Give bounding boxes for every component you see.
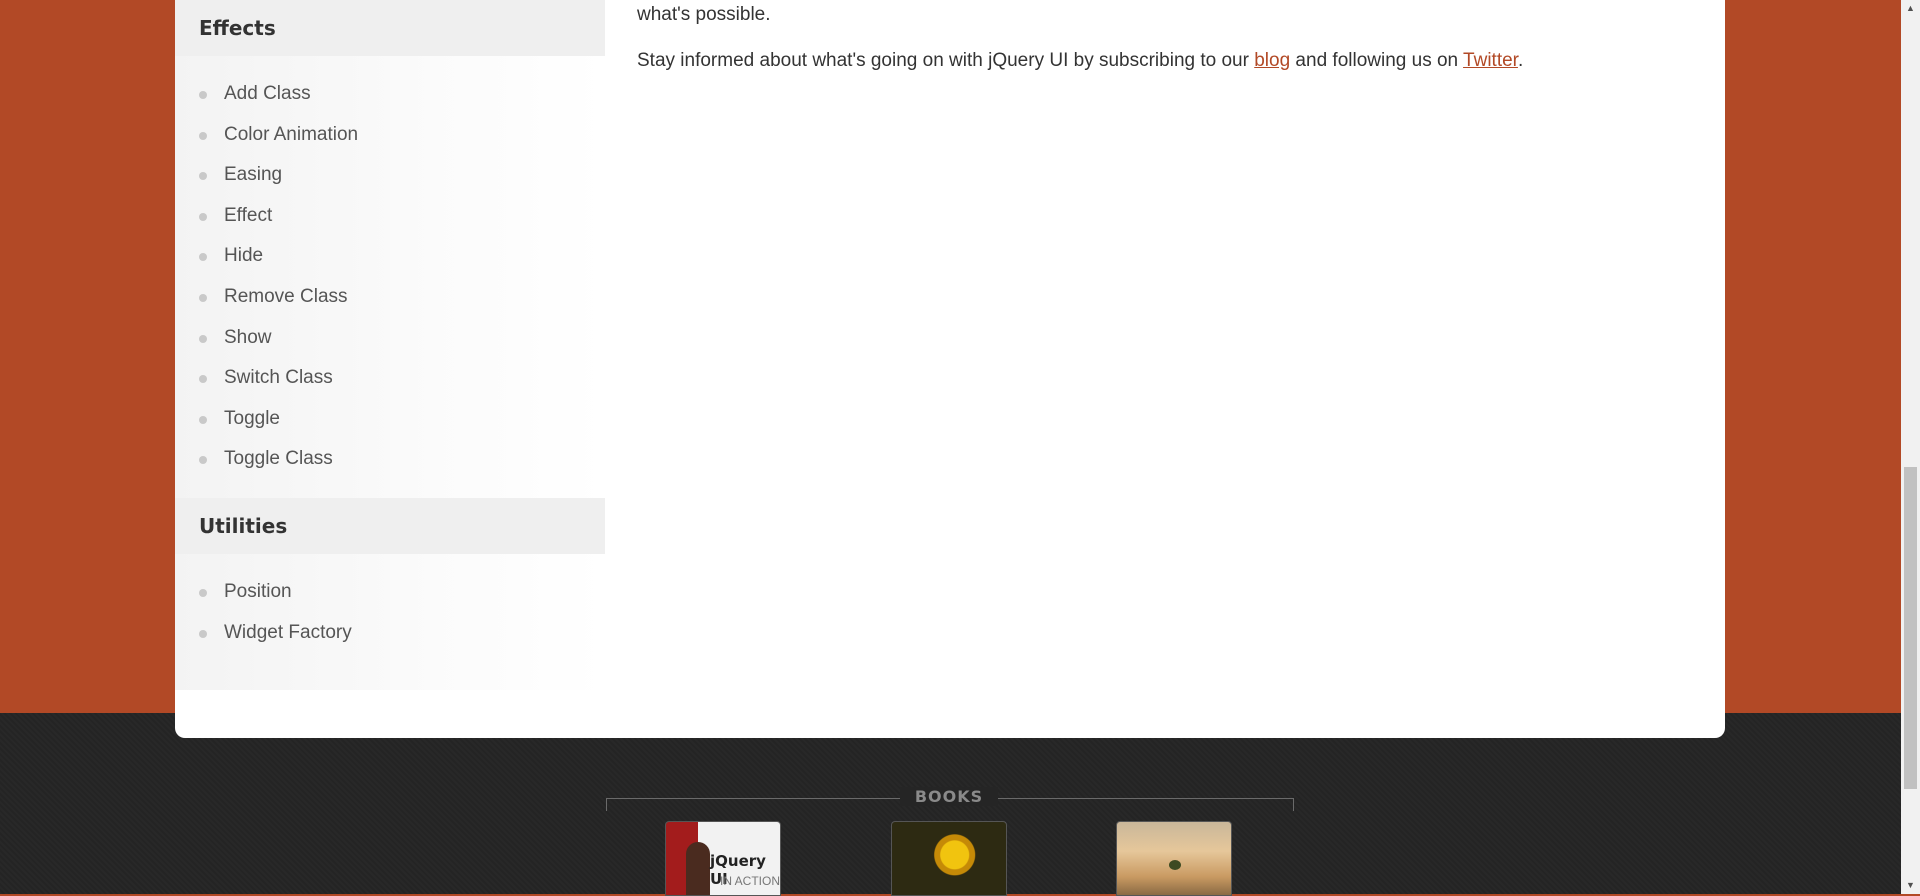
book-cover-subtitle: IN ACTION bbox=[720, 874, 781, 888]
bullet-icon bbox=[199, 131, 207, 140]
twitter-link[interactable]: Twitter bbox=[1463, 50, 1518, 71]
sidebar-item-switch-class[interactable]: Switch Class bbox=[175, 358, 605, 399]
blog-link[interactable]: blog bbox=[1254, 50, 1290, 71]
sidebar-item-label: Position bbox=[224, 581, 292, 602]
paragraph-text: . bbox=[1517, 50, 1524, 71]
effects-list: Add Class Color Animation Easing Effect … bbox=[175, 74, 605, 480]
sidebar-item-easing[interactable]: Easing bbox=[175, 155, 605, 196]
paragraph-text: Stay informed about what's going on with… bbox=[637, 50, 1255, 71]
bullet-icon bbox=[199, 253, 207, 262]
scroll-up-arrow-icon[interactable]: ▲ bbox=[1901, 0, 1920, 17]
bullet-icon bbox=[199, 415, 207, 424]
sidebar-item-label: Easing bbox=[224, 164, 283, 186]
bullet-icon bbox=[199, 334, 207, 343]
scroll-down-arrow-icon[interactable]: ▼ bbox=[1901, 877, 1920, 894]
sidebar: Effects Add Class Color Animation Easing… bbox=[175, 0, 605, 690]
books-heading: BOOKS bbox=[900, 787, 998, 806]
bullet-icon bbox=[199, 91, 207, 99]
scrollbar-thumb[interactable] bbox=[1904, 467, 1917, 789]
book-cover-desert[interactable] bbox=[1116, 821, 1232, 896]
utilities-list: Position Widget Factory bbox=[175, 572, 605, 653]
book-cover-sunflower[interactable] bbox=[891, 821, 1007, 896]
sidebar-item-label: Add Class bbox=[224, 83, 311, 104]
sidebar-heading-utilities: Utilities bbox=[175, 498, 605, 554]
bullet-icon bbox=[199, 375, 207, 384]
paragraph-text: and following us on bbox=[1290, 50, 1464, 71]
book-cover-jquery-ui-in-action[interactable]: jQuery UI IN ACTION bbox=[665, 821, 781, 896]
sidebar-item-color-animation[interactable]: Color Animation bbox=[175, 115, 605, 156]
bullet-icon bbox=[199, 629, 207, 638]
vertical-scrollbar[interactable]: ▲ ▼ bbox=[1901, 0, 1920, 894]
bullet-icon bbox=[199, 456, 207, 465]
sidebar-item-position[interactable]: Position bbox=[175, 572, 605, 613]
sidebar-item-label: Toggle Class bbox=[224, 448, 333, 470]
sidebar-item-show[interactable]: Show bbox=[175, 318, 605, 359]
sidebar-item-label: Show bbox=[224, 326, 272, 348]
bullet-icon bbox=[199, 172, 207, 181]
sidebar-item-hide[interactable]: Hide bbox=[175, 236, 605, 277]
sidebar-item-label: Remove Class bbox=[224, 285, 348, 307]
bullet-icon bbox=[199, 293, 207, 302]
sidebar-heading-effects: Effects bbox=[175, 0, 605, 56]
sidebar-item-toggle-class[interactable]: Toggle Class bbox=[175, 439, 605, 480]
content-card: Effects Add Class Color Animation Easing… bbox=[175, 0, 1725, 738]
cover-figure-icon bbox=[686, 842, 710, 895]
sidebar-item-label: Switch Class bbox=[224, 367, 333, 389]
sidebar-item-effect[interactable]: Effect bbox=[175, 196, 605, 237]
sidebar-item-label: Toggle bbox=[224, 407, 280, 429]
sidebar-item-label: Hide bbox=[224, 245, 264, 267]
sidebar-item-label: Color Animation bbox=[224, 123, 359, 145]
tree-icon bbox=[1169, 860, 1181, 870]
sidebar-item-widget-factory[interactable]: Widget Factory bbox=[175, 613, 605, 654]
sidebar-item-label: Effect bbox=[224, 204, 273, 226]
sidebar-item-add-class[interactable]: Add Class bbox=[175, 74, 605, 115]
main-paragraph-stay-informed: Stay informed about what's going on with… bbox=[637, 50, 1523, 72]
bullet-icon bbox=[199, 212, 207, 221]
sidebar-item-remove-class[interactable]: Remove Class bbox=[175, 277, 605, 318]
sidebar-item-label: Widget Factory bbox=[224, 621, 352, 643]
main-paragraph-end: what's possible. bbox=[637, 4, 771, 25]
sidebar-item-toggle[interactable]: Toggle bbox=[175, 399, 605, 440]
bullet-icon bbox=[199, 589, 207, 597]
